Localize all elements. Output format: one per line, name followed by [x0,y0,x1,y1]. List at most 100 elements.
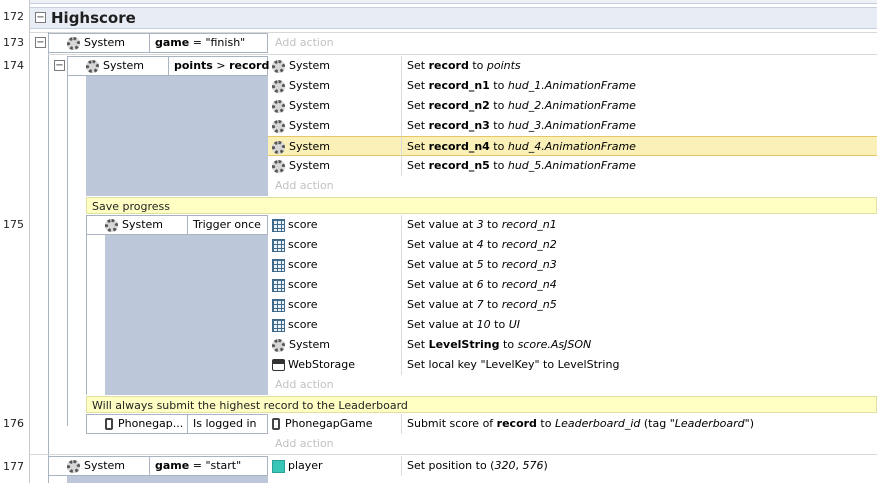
event-174-condition[interactable]: System points > record [67,56,269,76]
action-text-part: Set value at [407,258,477,271]
column-divider [401,255,402,275]
action-object: System [272,56,330,76]
column-divider [401,295,402,315]
group-header[interactable] [30,7,877,29]
action-row[interactable]: player Set position to (320, 576) [268,456,877,476]
action-object: WebStorage [272,355,355,375]
action-text-part: Set [407,79,429,92]
action-text: Set record_n4 to hud_4.AnimationFrame [407,137,636,157]
action-text-part: hud_3.AnimationFrame [507,119,636,132]
action-row[interactable]: score Set value at 7 to record_n5 [268,295,877,315]
collapse-toggle[interactable]: − [35,12,46,23]
event-176-condition[interactable]: Phonegap... Is logged in [86,414,268,434]
action-text-part: 320 [494,459,516,472]
collapse-toggle[interactable]: − [54,60,65,71]
action-object: score [272,295,318,315]
action-text-part: (tag [640,417,670,430]
sprite-icon [272,459,285,473]
column-divider [401,315,402,335]
action-object-name: System [289,99,331,112]
action-object: System [272,96,330,116]
event-bar-edge [48,32,49,483]
action-row[interactable]: PhonegapGame Submit score of record to Le… [268,414,877,434]
action-object-name: score [288,298,318,311]
event-173-condition[interactable]: System game = "finish" [48,33,268,53]
action-text: Set value at 3 to record_n1 [407,215,557,235]
action-row[interactable]: System Set LevelString to score.AsJSON [268,335,877,355]
action-text-part: record_n3 [428,119,490,132]
action-object: score [272,235,318,255]
condition-object-name: System [84,36,126,49]
action-row[interactable]: score Set value at 5 to record_n3 [268,255,877,275]
column-divider [401,137,402,157]
add-action-link[interactable]: Add action [275,434,334,454]
action-text-part: points [486,59,521,72]
column-divider [401,335,402,355]
add-action-link[interactable]: Add action [275,176,334,196]
condition-variable: points [174,59,213,72]
comment-row[interactable]: Save progress [86,197,877,214]
action-row[interactable]: System Set record_n5 to hud_5.AnimationFr… [268,156,877,176]
action-text-part: 7 [476,298,484,311]
action-row[interactable]: score Set value at 3 to record_n1 [268,215,877,235]
action-row[interactable]: score Set value at 10 to UI [268,315,877,335]
event-sheet: 172 − Highscore 173 − System game = "fin… [0,0,877,483]
action-object: System [272,137,330,157]
action-object: System [272,335,330,355]
action-text-part: Set value at [407,298,477,311]
add-action-link[interactable]: Add action [275,33,334,53]
action-text-part: to [490,318,509,331]
condition-object: System [105,216,163,234]
action-object: score [272,255,318,275]
action-text-part: 576 [522,459,544,472]
line-number: 172 [3,10,24,23]
action-row[interactable]: System Set record_n3 to hud_3.AnimationFr… [268,116,877,136]
action-object-name: System [289,79,331,92]
condition-operator: = "finish" [189,36,246,49]
action-row[interactable]: System Set record_n4 to hud_4.AnimationFr… [268,136,877,157]
action-text-part: to [483,218,502,231]
gear-icon [272,338,285,352]
add-action-link[interactable]: Add action [275,375,334,395]
event-177-condition[interactable]: System game = "start" [48,456,268,476]
action-object: score [272,275,318,295]
action-object-name: score [288,278,318,291]
action-object-name: score [288,238,318,251]
event-175-condition[interactable]: System Trigger once [86,215,268,235]
action-text: Set record_n5 to hud_5.AnimationFrame [407,156,636,176]
gear-icon [67,459,80,473]
action-object: System [272,76,330,96]
action-text: Set value at 5 to record_n3 [407,255,557,275]
action-row[interactable]: System Set record to points [268,56,877,76]
action-text-part: record [428,59,469,72]
column-divider [401,76,402,96]
action-text: Set record to points [407,56,521,76]
column-divider [401,235,402,255]
action-text-part: Set [407,159,429,172]
gear-icon [67,36,80,50]
action-text-part: LevelString [428,338,500,351]
condition-text: points > record [168,57,269,75]
condition-object-name: Phonegap... [118,417,184,430]
action-text: Set LevelString to score.AsJSON [407,335,591,355]
array-icon [272,278,285,292]
action-row[interactable]: score Set value at 6 to record_n4 [268,275,877,295]
collapse-toggle[interactable]: − [35,37,46,48]
action-object-name: System [289,140,331,153]
condition-object: Phonegap... [105,415,183,433]
condition-block [105,215,268,395]
column-divider [401,275,402,295]
action-row[interactable]: System Set record_n1 to hud_1.AnimationFr… [268,76,877,96]
action-text-part: record_n4 [428,140,490,153]
condition-operator: = "start" [189,459,242,472]
action-text-part: Set [407,140,429,153]
comment-row[interactable]: Will always submit the highest record to… [86,396,877,413]
action-text: Set value at 7 to record_n5 [407,295,557,315]
action-row[interactable]: score Set value at 4 to record_n2 [268,235,877,255]
action-object-name: System [289,338,331,351]
action-text-part: record_n2 [428,99,490,112]
action-row[interactable]: WebStorage Set local key "LevelKey" to Le… [268,355,877,375]
action-row[interactable]: System Set record_n2 to hud_2.AnimationFr… [268,96,877,116]
action-object-name: score [288,318,318,331]
column-divider [401,456,402,476]
